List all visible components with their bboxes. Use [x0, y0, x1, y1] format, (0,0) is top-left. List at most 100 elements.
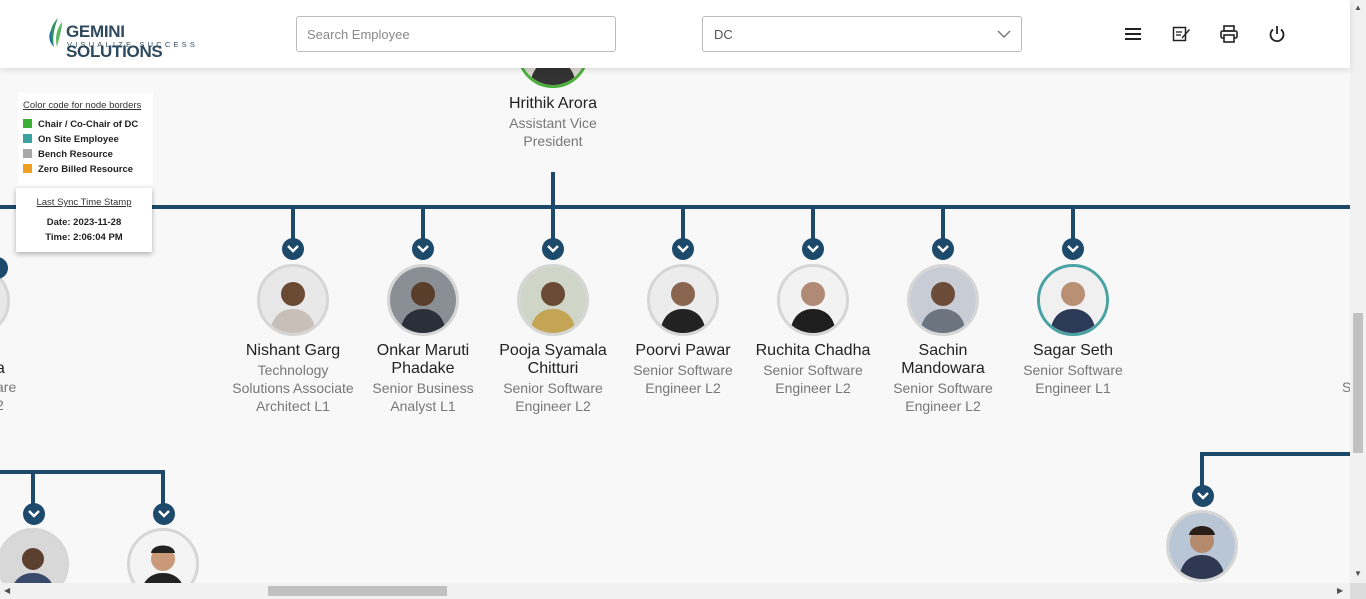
scroll-left-arrow-icon[interactable]: ◀ — [4, 586, 10, 595]
avatar-subordinate[interactable] — [1166, 510, 1238, 582]
sync-time: Time: 2:06:04 PM — [45, 232, 123, 243]
chevron-down-icon — [677, 245, 689, 253]
legend-label: Bench Resource — [38, 149, 113, 160]
partial-left-title-2: 2 — [0, 397, 4, 413]
employee-name[interactable]: Sagar Seth — [1008, 342, 1138, 360]
avatar-employee[interactable] — [1037, 264, 1109, 336]
horizontal-scroll-thumb[interactable] — [268, 586, 447, 596]
chevron-down-icon — [1197, 492, 1209, 500]
scroll-down-arrow-icon[interactable]: ▼ — [1354, 569, 1362, 578]
chevron-down-icon — [547, 245, 559, 253]
employee-name[interactable]: Nishant Garg — [228, 342, 358, 360]
person-photo-icon — [1169, 513, 1235, 579]
avatar-employee[interactable] — [257, 264, 329, 336]
child-connector — [681, 208, 685, 240]
expand-toggle[interactable] — [282, 238, 304, 260]
leaf-logo-icon — [49, 18, 62, 47]
edit-note-icon[interactable] — [1171, 24, 1191, 44]
avatar-employee[interactable] — [647, 264, 719, 336]
legend-title: Color code for node borders — [23, 100, 142, 111]
legend-item: Zero Billed Resource — [23, 162, 153, 177]
legend-item: Chair / Co-Chair of DC — [23, 117, 153, 132]
chevron-down-icon — [287, 245, 299, 253]
employee-name[interactable]: Poorvi Pawar — [618, 342, 748, 360]
employee-name[interactable]: Onkar Maruti Phadake — [358, 342, 488, 378]
dc-select[interactable]: DC — [702, 16, 1022, 52]
expand-toggle[interactable] — [153, 503, 175, 525]
chevron-down-icon — [1067, 245, 1079, 253]
partial-left-title: are — [0, 379, 17, 395]
horizontal-scrollbar[interactable]: ◀ ▶ — [0, 583, 1350, 599]
expand-toggle[interactable] — [1192, 485, 1214, 507]
legend-label: Zero Billed Resource — [38, 164, 134, 175]
child-connector — [941, 208, 945, 240]
root-name[interactable]: Hrithik Arora — [488, 95, 618, 113]
chevron-down-icon — [417, 245, 429, 253]
logo-tagline: VISUALIZE SUCCESS — [67, 40, 199, 49]
vertical-scrollbar[interactable]: ▲ ▼ — [1350, 0, 1366, 583]
legend-label: Chair / Co-Chair of DC — [38, 119, 139, 130]
person-photo-icon — [520, 267, 586, 333]
border-color-legend: Color code for node borders Chair / Co-C… — [18, 93, 153, 185]
child-connector — [291, 208, 295, 240]
avatar-employee[interactable] — [777, 264, 849, 336]
child-connector — [421, 208, 425, 240]
sync-title: Last Sync Time Stamp — [36, 197, 132, 208]
expand-toggle[interactable] — [0, 257, 8, 279]
expand-toggle[interactable] — [672, 238, 694, 260]
person-photo-icon — [780, 267, 846, 333]
avatar-employee[interactable] — [907, 264, 979, 336]
legend-swatch-bench — [23, 148, 32, 158]
sync-date: Date: 2023-11-28 — [46, 217, 122, 228]
expand-toggle[interactable] — [23, 503, 45, 525]
avatar-employee[interactable] — [387, 264, 459, 336]
top-header: GEMINI SOLUTIONS VISUALIZE SUCCESS DC — [0, 0, 1350, 68]
company-logo[interactable]: GEMINI SOLUTIONS VISUALIZE SUCCESS — [46, 16, 216, 61]
avatar-employee[interactable] — [517, 264, 589, 336]
expand-toggle[interactable] — [932, 238, 954, 260]
last-sync-card: Last Sync Time Stamp Date: 2023-11-28 Ti… — [16, 188, 152, 252]
chevron-down-icon — [807, 245, 819, 253]
person-photo-icon — [390, 267, 456, 333]
employee-name[interactable]: Ruchita Chadha — [748, 342, 878, 360]
scroll-right-arrow-icon[interactable]: ▶ — [1337, 586, 1343, 595]
employee-title: Senior Software Engineer L1 — [1023, 362, 1123, 396]
subtree-connector — [161, 473, 165, 505]
employee-title: Senior Business Analyst L1 — [372, 380, 474, 414]
expand-toggle[interactable] — [802, 238, 824, 260]
subtree-horizontal-connector — [1200, 452, 1350, 456]
expand-toggle[interactable] — [1062, 238, 1084, 260]
employee-title: Senior Software Engineer L2 — [503, 380, 603, 414]
subtree-horizontal-connector — [0, 470, 165, 474]
subtree-connector — [31, 473, 35, 505]
expand-toggle[interactable] — [542, 238, 564, 260]
legend-label: On Site Employee — [38, 134, 119, 145]
dc-select-value: DC — [714, 27, 733, 42]
person-photo-icon — [260, 267, 326, 333]
root-title: Assistant Vice President — [509, 115, 597, 149]
legend-swatch-zero-billed — [23, 163, 32, 173]
employee-name[interactable]: Pooja Syamala Chitturi — [488, 342, 618, 378]
vertical-scroll-thumb[interactable] — [1353, 313, 1363, 453]
legend-swatch-onsite — [23, 133, 32, 143]
employee-title: Senior Software Engineer L2 — [893, 380, 993, 414]
person-photo-icon — [1040, 267, 1106, 333]
power-icon[interactable] — [1267, 24, 1287, 44]
search-employee-input[interactable] — [296, 16, 616, 52]
horizontal-connector — [0, 205, 1350, 209]
person-photo-icon — [910, 267, 976, 333]
print-icon[interactable] — [1219, 24, 1239, 44]
scroll-up-arrow-icon[interactable]: ▲ — [1354, 3, 1362, 12]
chevron-down-icon — [937, 245, 949, 253]
child-connector — [551, 208, 555, 240]
chevron-down-icon — [997, 30, 1011, 38]
chevron-down-icon — [28, 510, 40, 518]
child-connector — [1071, 208, 1075, 240]
employee-title: Senior Software Engineer L2 — [763, 362, 863, 396]
chevron-down-icon — [158, 510, 170, 518]
employee-name[interactable]: Sachin Mandowara — [878, 342, 1008, 378]
partial-left-name: a — [0, 360, 5, 377]
scrollbar-corner — [1350, 583, 1366, 599]
menu-icon[interactable] — [1123, 24, 1143, 44]
expand-toggle[interactable] — [412, 238, 434, 260]
